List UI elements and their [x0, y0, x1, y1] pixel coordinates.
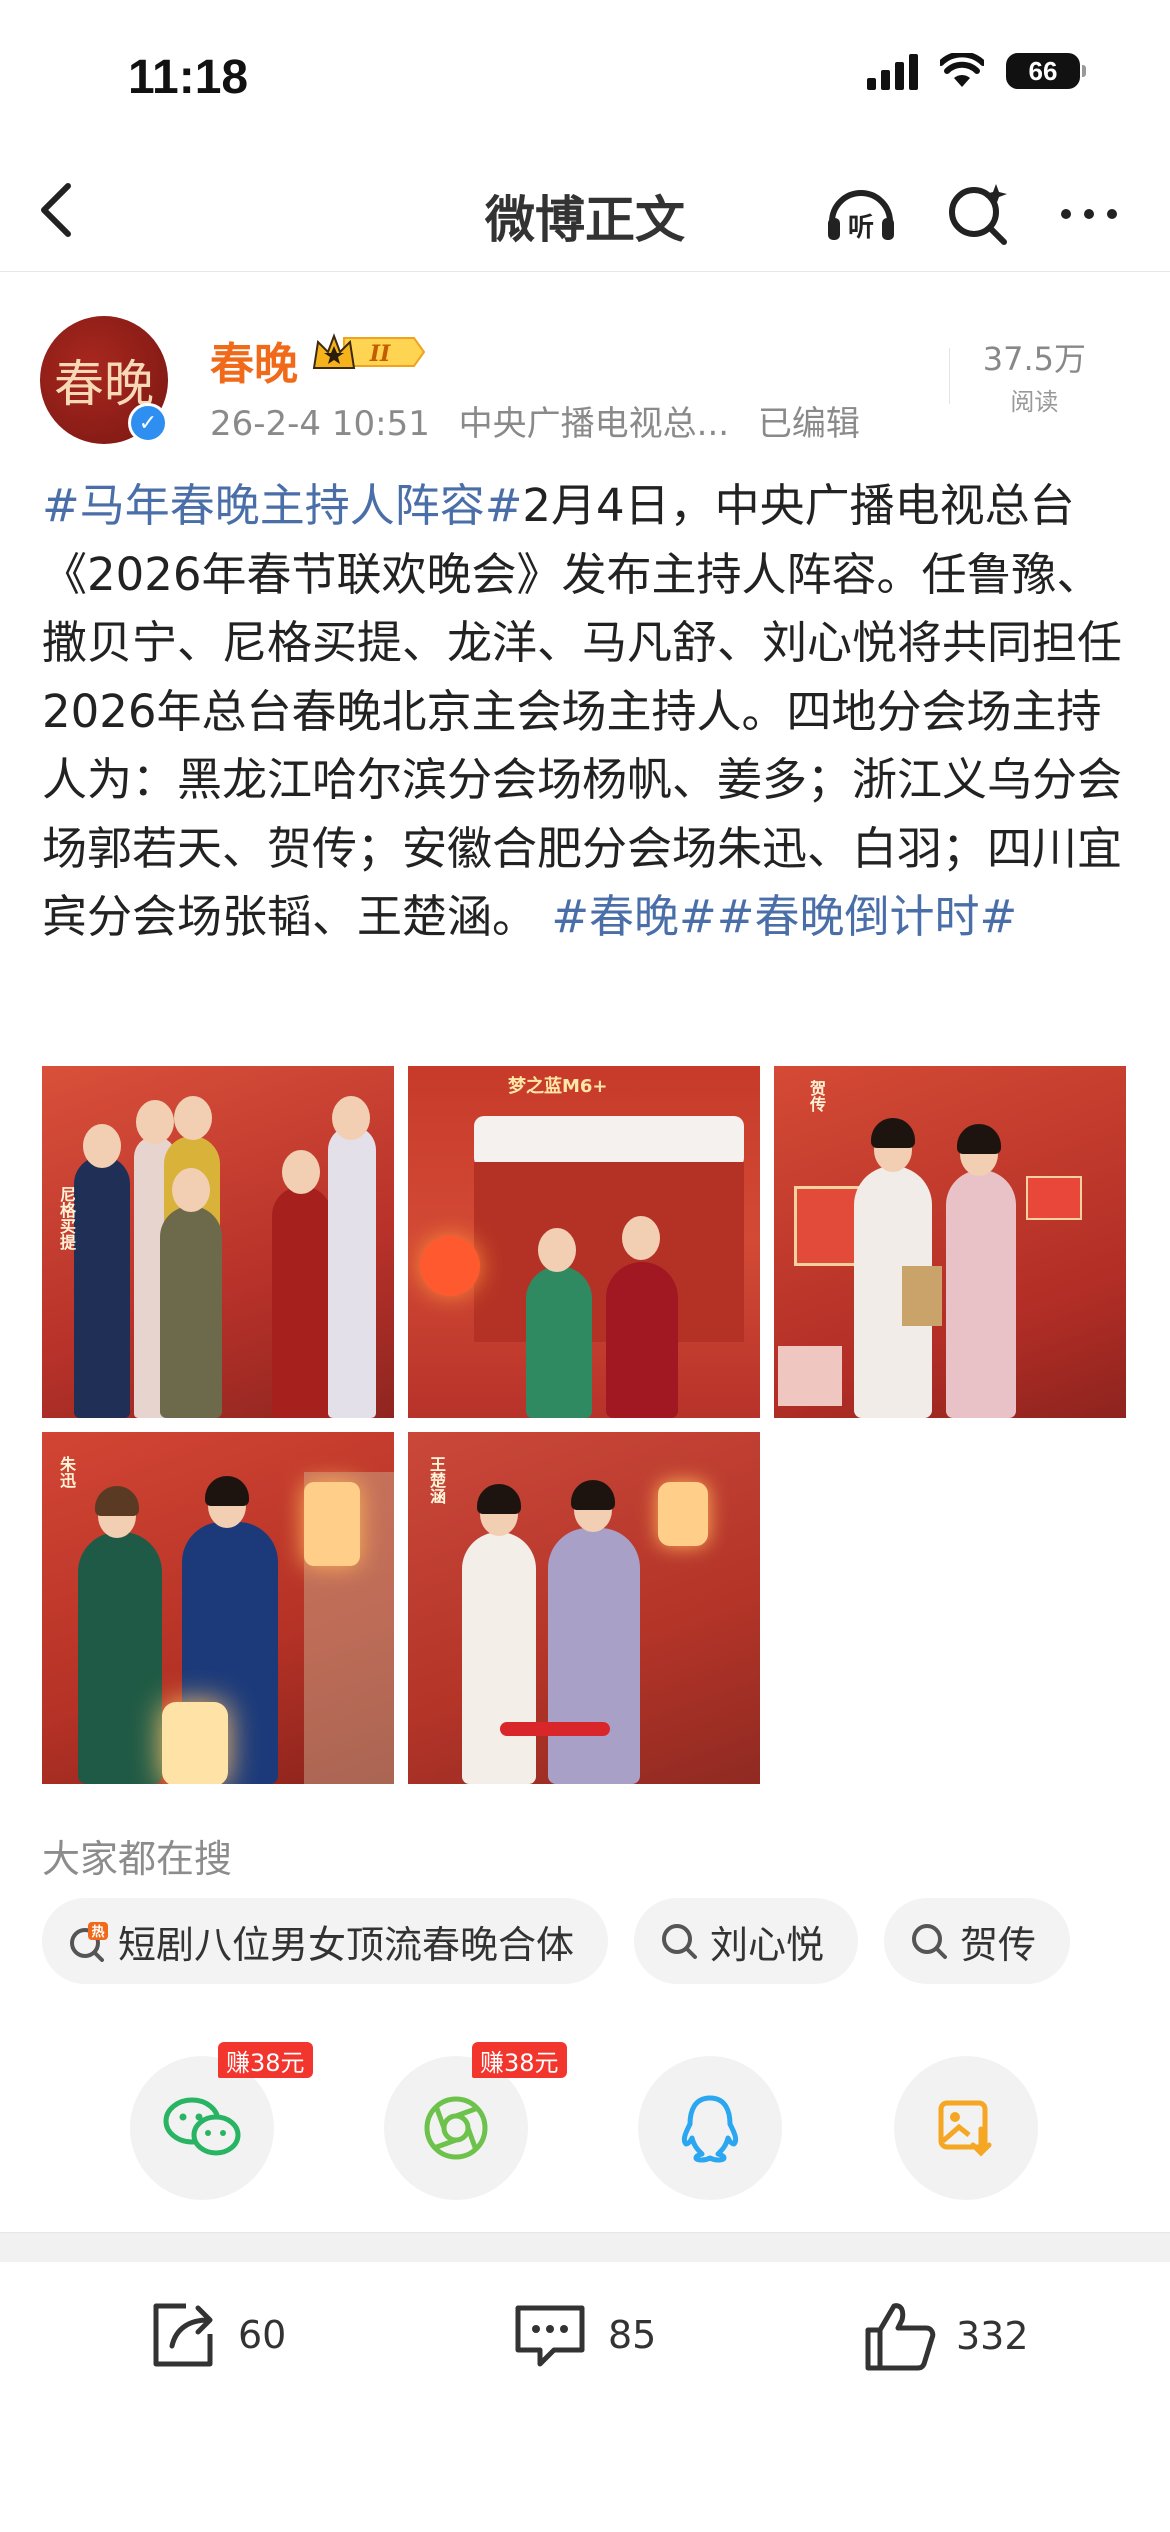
svg-text:听: 听	[848, 213, 874, 243]
repost-count: 60	[238, 2313, 287, 2357]
thumbs-up-icon	[865, 2303, 936, 2371]
nav-bar: 微博正文 听	[0, 160, 1170, 272]
trending-chips: 热 短剧八位男女顶流春晚合体 刘心悦 贺传	[42, 1898, 1071, 1984]
trending-chip[interactable]: 贺传	[884, 1898, 1071, 1984]
post-image-2[interactable]: 梦之蓝M6+	[408, 1066, 760, 1418]
image-caption: 梦之蓝M6+	[508, 1076, 608, 1097]
view-count-label: 阅读	[1010, 388, 1059, 416]
post-timestamp: 26-2-4 10:51	[210, 404, 430, 444]
svg-text:热: 热	[91, 1924, 104, 1940]
post-text: #马年春晚主持人阵容#2月4日，中央广播电视总台《2026年春节联欢晚会》发布主…	[42, 472, 1132, 952]
image-caption: 王楚涵	[427, 1456, 446, 1504]
like-button[interactable]: 332	[862, 2298, 1029, 2374]
trending-label: 大家都在搜	[42, 1837, 233, 1881]
save-image-button[interactable]	[894, 2056, 1038, 2200]
wechat-icon	[163, 2097, 241, 2156]
vip-crown-icon[interactable]: II	[310, 330, 426, 374]
share-row: 赚38元 赚38元	[0, 2042, 1170, 2200]
post-body: 2月4日，中央广播电视总台《2026年春节联欢晚会》发布主持人阵容。任鲁豫、撒贝…	[42, 479, 1123, 943]
hashtag-link[interactable]: #马年春晚主持人阵容#	[42, 479, 522, 532]
repost-button[interactable]: 60	[146, 2298, 286, 2372]
reward-badge: 赚38元	[218, 2042, 313, 2078]
status-icons: 66	[867, 52, 1086, 90]
post-image-4[interactable]: 朱迅	[42, 1432, 394, 1784]
trending-chip-label: 贺传	[960, 1922, 1037, 1967]
action-bar: 60 85 332	[0, 2262, 1170, 2422]
edited-label[interactable]: 已编辑	[758, 404, 860, 444]
view-count-number: 37.5万	[982, 340, 1086, 378]
qq-icon	[681, 2095, 739, 2163]
trending-chip[interactable]: 刘心悦	[634, 1898, 859, 1984]
save-image-icon	[938, 2100, 992, 2157]
listen-icon[interactable]: 听	[824, 176, 898, 250]
section-divider	[0, 2232, 1170, 2262]
battery-level: 66	[1006, 53, 1080, 89]
view-count: 37.5万 阅读	[983, 334, 1086, 417]
search-icon[interactable]	[942, 176, 1016, 250]
post-image-1[interactable]: 尼格买提	[42, 1066, 394, 1418]
moments-icon	[424, 2096, 488, 2160]
wifi-icon	[940, 53, 984, 87]
hashtag-link[interactable]: #春晚#	[551, 890, 716, 943]
status-time: 11:18	[128, 51, 249, 104]
battery-icon: 66	[1006, 53, 1086, 89]
svg-text:II: II	[369, 341, 391, 367]
post-image-5[interactable]: 王楚涵	[408, 1432, 760, 1784]
comment-count: 85	[608, 2313, 657, 2357]
repost-icon	[153, 2303, 213, 2367]
search-icon	[912, 1924, 948, 1959]
like-count: 332	[956, 2314, 1029, 2358]
author-name[interactable]: 春晚	[210, 328, 298, 392]
hashtag-link[interactable]: #春晚倒计时#	[717, 890, 1017, 943]
image-caption: 贺传	[807, 1080, 826, 1112]
more-icon[interactable]	[1052, 176, 1126, 250]
verified-icon: ✓	[128, 403, 168, 443]
comment-button[interactable]: 85	[510, 2298, 656, 2372]
image-caption: 朱迅	[57, 1456, 76, 1488]
post-image-3[interactable]: 贺传	[774, 1066, 1126, 1418]
divider	[949, 348, 950, 404]
post-meta: 26-2-4 10:51 中央广播电视总... 已编辑	[210, 396, 860, 445]
trending-chip-label: 刘心悦	[710, 1922, 825, 1967]
comment-icon	[515, 2305, 585, 2367]
trending-chip[interactable]: 热 短剧八位男女顶流春晚合体	[42, 1898, 609, 1984]
signal-icon	[867, 52, 918, 90]
trending-chip-label: 短剧八位男女顶流春晚合体	[118, 1922, 575, 1967]
post-source[interactable]: 中央广播电视总...	[459, 404, 729, 444]
share-wechat-button[interactable]: 赚38元	[130, 2042, 313, 2200]
image-caption: 尼格买提	[57, 1186, 76, 1250]
share-moments-button[interactable]: 赚38元	[384, 2042, 567, 2200]
hot-icon: 热	[70, 1922, 108, 1962]
search-icon	[662, 1924, 698, 1959]
reward-badge: 赚38元	[472, 2042, 567, 2078]
share-qq-button[interactable]	[638, 2056, 782, 2200]
